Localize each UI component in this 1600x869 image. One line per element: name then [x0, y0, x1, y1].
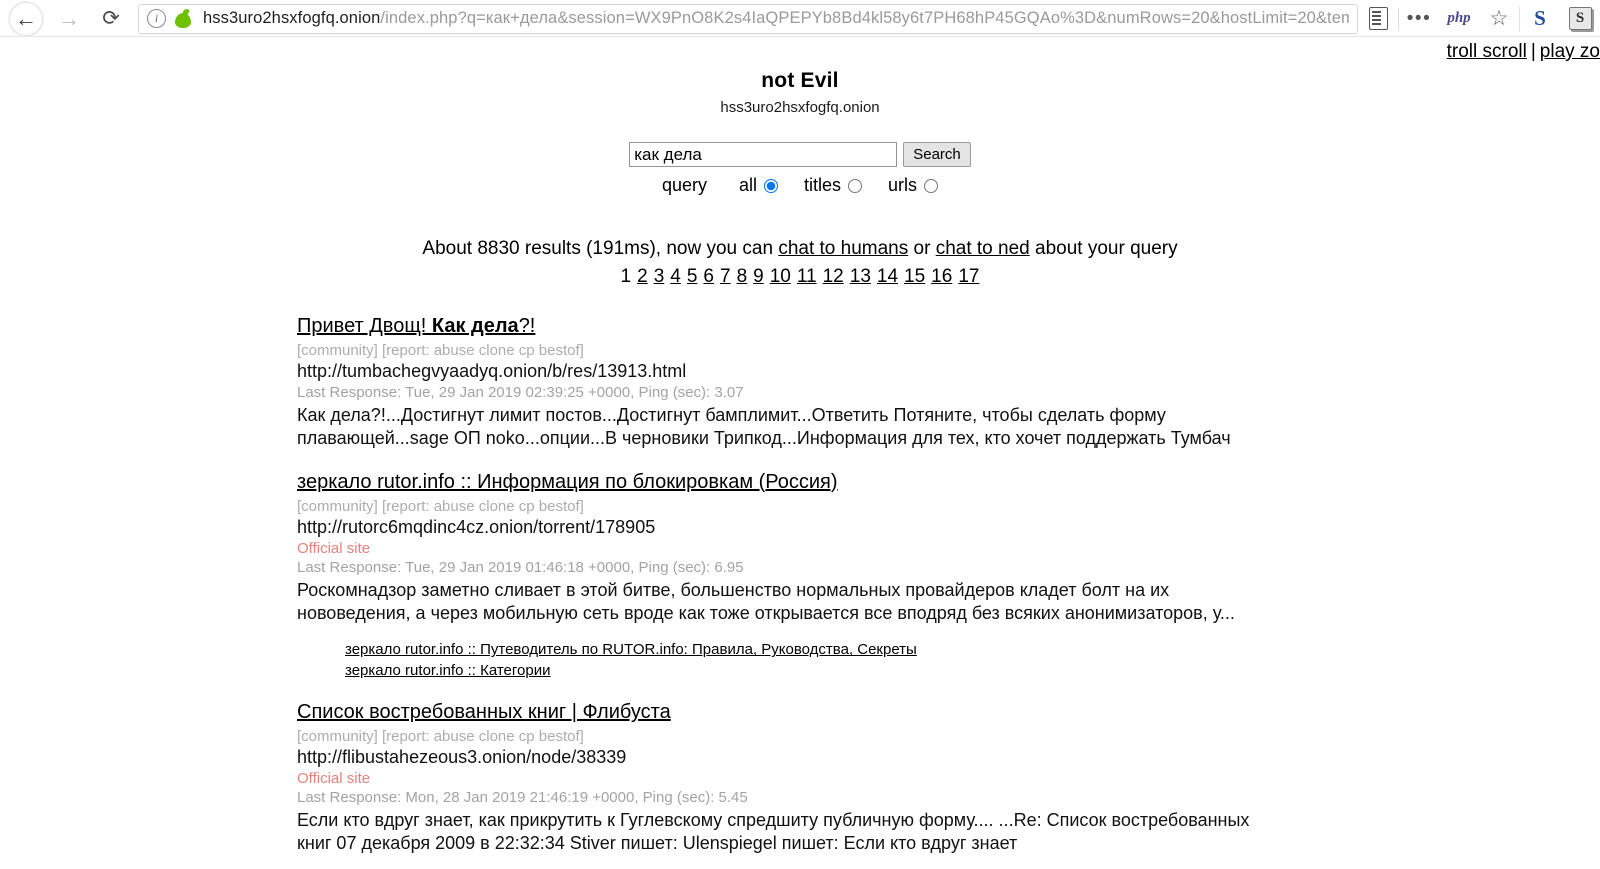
radio-all[interactable] — [764, 178, 778, 193]
chat-to-humans-link[interactable]: chat to humans — [778, 238, 908, 259]
pagination-page-2[interactable]: 2 — [634, 266, 651, 287]
results-suffix-text: about your query — [1029, 238, 1178, 259]
toolbar-right-icons: ••• php ☆ S S — [1358, 0, 1600, 37]
pagination-page-7[interactable]: 7 — [717, 266, 734, 287]
chat-to-ned-link[interactable]: chat to ned — [936, 238, 1030, 259]
official-site-badge: Official site — [297, 539, 371, 557]
pagination-page-4[interactable]: 4 — [667, 266, 684, 287]
pagination-page-8[interactable]: 8 — [734, 266, 751, 287]
result-snippet: Роскомнадзор заметно сливает в этой битв… — [297, 579, 1235, 623]
query-label: query — [661, 175, 707, 195]
pagination-page-10[interactable]: 10 — [767, 266, 794, 287]
pagination-page-13[interactable]: 13 — [847, 266, 874, 287]
result-meta: Last Response: Tue, 29 Jan 2019 02:39:25… — [297, 384, 744, 401]
s-extension-button[interactable]: S — [1520, 2, 1560, 36]
page-title: not Evil — [761, 69, 839, 92]
ellipsis-icon: ••• — [1406, 7, 1432, 29]
pagination-page-16[interactable]: 16 — [928, 266, 955, 287]
result-meta: Last Response: Mon, 28 Jan 2019 21:46:19… — [297, 789, 748, 807]
result-url: http://flibustahezeous3.onion/node/38339 — [297, 747, 627, 768]
reader-view-button[interactable] — [1358, 2, 1398, 36]
result-url: http://tumbachegvyaadyq.onion/b/res/1391… — [297, 361, 687, 381]
play-zoo-link[interactable]: play zo — [1540, 41, 1600, 62]
results-summary: About 8830 results (191ms), now you can … — [0, 238, 1600, 260]
pagination-page-5[interactable]: 5 — [684, 266, 701, 287]
page-content: troll scroll | play zo not Evil hss3uro2hs… — [0, 37, 1600, 869]
bookmark-button[interactable]: ☆ — [1479, 2, 1519, 36]
result-tags[interactable]: [community] [report: abuse clone cp best… — [297, 728, 1600, 745]
result-sublink[interactable]: зеркало rutor.info :: Путеводитель по RU… — [345, 640, 1600, 660]
result-sublinks: зеркало rutor.info :: Путеводитель по RU… — [297, 640, 1600, 680]
pagination-page-14[interactable]: 14 — [874, 266, 901, 287]
result-title-highlight: Как дела — [431, 315, 519, 337]
option-all-label: all — [738, 175, 757, 195]
onion-icon — [175, 7, 191, 28]
search-form: Search — [0, 142, 1600, 167]
results-count-text: About 8830 results (191ms), now you can — [422, 238, 779, 259]
result-url: http://rutorc6mqdinc4cz.onion/torrent/17… — [297, 516, 656, 537]
troll-scroll-link[interactable]: troll scroll — [1447, 41, 1527, 62]
result-item: Список востребованных книг | Флибуста [co… — [297, 700, 1600, 855]
address-bar[interactable]: i hss3uro2hsxfogfq.onion/index.php?q=как… — [138, 3, 1358, 34]
search-button[interactable]: Search — [903, 142, 971, 167]
navigation-buttons: ← → ⟳ — [0, 1, 132, 36]
official-site-badge: Official site — [297, 770, 371, 788]
reload-icon: ⟳ — [102, 7, 120, 30]
option-titles-label: titles — [804, 175, 842, 195]
result-tags[interactable]: [community] [report: abuse clone cp best… — [297, 498, 1600, 515]
url-text: hss3uro2hsxfogfq.onion/index.php?q=как+д… — [203, 9, 1349, 28]
s-box-icon: S — [1568, 7, 1592, 30]
browser-toolbar: ← → ⟳ i hss3uro2hsxfogfq.onion/index.php… — [0, 0, 1600, 37]
pagination: 1 2 3 4 5 6 7 8 9 10 11 12 13 14 15 16 17 — [0, 266, 1600, 288]
pagination-page-12[interactable]: 12 — [820, 266, 847, 287]
search-input[interactable] — [629, 142, 898, 167]
star-icon: ☆ — [1489, 7, 1509, 30]
reload-button[interactable]: ⟳ — [90, 2, 132, 36]
pagination-page-9[interactable]: 9 — [750, 266, 767, 287]
top-right-links: troll scroll | play zo — [1447, 41, 1600, 63]
result-snippet: Как дела?!...Достигнут лимит постов...До… — [297, 405, 1231, 448]
radio-titles[interactable] — [848, 178, 863, 193]
reader-view-icon — [1368, 7, 1388, 30]
result-tags[interactable]: [community] [report: abuse clone cp best… — [297, 342, 1600, 359]
result-title-link[interactable]: Привет Двощ! Как дела?! — [297, 314, 535, 339]
pagination-page-11[interactable]: 11 — [794, 266, 820, 287]
pagination-page-15[interactable]: 15 — [901, 266, 928, 287]
pagination-page-6[interactable]: 6 — [700, 266, 717, 287]
result-item: зеркало rutor.info :: Информация по блок… — [297, 470, 1600, 681]
s-letter-icon: S — [1534, 6, 1546, 30]
site-info-icon[interactable]: i — [147, 9, 166, 28]
option-urls-label: urls — [888, 175, 918, 195]
forward-arrow-icon: → — [58, 5, 80, 31]
result-title-suffix: ?! — [518, 315, 536, 337]
result-sublink[interactable]: зеркало rutor.info :: Категории — [345, 661, 1600, 681]
url-host: hss3uro2hsxfogfq.onion — [203, 9, 381, 27]
results-middle-text: or — [908, 238, 936, 259]
result-title-link[interactable]: зеркало rutor.info :: Информация по блок… — [297, 470, 838, 495]
pagination-page-17[interactable]: 17 — [955, 266, 982, 287]
result-meta: Last Response: Tue, 29 Jan 2019 01:46:18… — [297, 558, 744, 576]
results-list: Привет Двощ! Как дела?! [community] [repo… — [0, 314, 1600, 855]
site-subtitle: hss3uro2hsxfogfq.onion — [720, 99, 880, 116]
result-title-text: Привет Двощ! — [297, 315, 432, 337]
radio-urls[interactable] — [924, 178, 939, 193]
result-title-text: Список востребованных книг | Флибуста — [297, 701, 671, 724]
result-title-link[interactable]: Список востребованных книг | Флибуста — [297, 700, 671, 725]
back-button[interactable]: ← — [9, 1, 43, 36]
s-box-extension-button[interactable]: S — [1560, 2, 1600, 36]
link-separator: | — [1530, 41, 1536, 62]
forward-button[interactable]: → — [48, 2, 90, 36]
search-scope-options: query all titles urls — [0, 175, 1600, 196]
result-title-text: зеркало rutor.info :: Информация по блок… — [297, 470, 838, 493]
result-snippet: Если кто вдруг знает, как прикрутить к Г… — [297, 810, 1250, 854]
result-item: Привет Двощ! Как дела?! [community] [repo… — [297, 314, 1600, 450]
php-icon: php — [1447, 10, 1471, 26]
php-extension-button[interactable]: php — [1439, 2, 1479, 36]
url-path: /index.php?q=как+дела&session=WX9PnO8K2s… — [380, 9, 1349, 27]
back-arrow-icon: ← — [15, 5, 37, 31]
pagination-page-3[interactable]: 3 — [651, 266, 668, 287]
menu-button[interactable]: ••• — [1399, 2, 1439, 36]
pagination-current-page: 1 — [620, 266, 632, 287]
